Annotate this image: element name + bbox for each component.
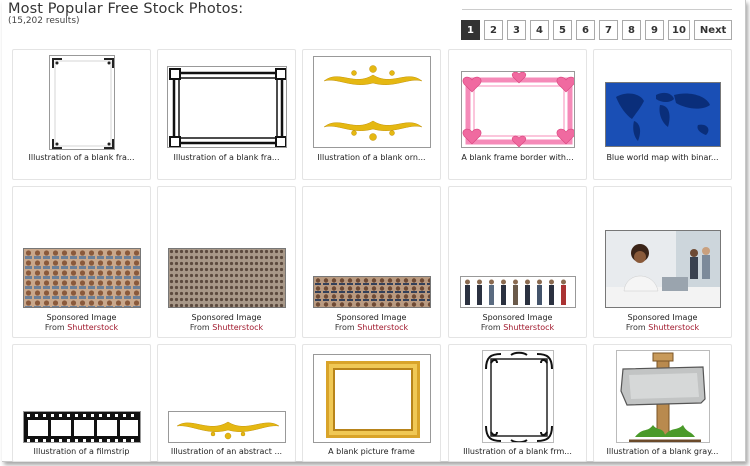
ornament-illustration-thumbnail[interactable] [312,56,431,148]
sponsored-image-thumbnail[interactable] [604,230,721,308]
ornate-frame-thumbnail[interactable] [481,350,554,443]
picture-frame-thumbnail[interactable] [312,354,431,443]
page-1-button[interactable]: 1 [461,20,480,40]
page-title: Most Popular Free Stock Photos: [8,1,244,17]
page-5-button[interactable]: 5 [553,20,572,40]
from-label: From [480,323,501,332]
photo-card[interactable]: Illustration of a blank gray... [593,344,732,462]
from-label: From [189,323,210,332]
photo-caption[interactable]: A blank picture frame [303,447,440,456]
source-line: From Shutterstock [594,323,731,333]
shutterstock-link[interactable]: Shutterstock [212,323,263,332]
frame-illustration-thumbnail[interactable] [166,66,287,148]
next-page-button[interactable]: Next [693,20,733,40]
page-3-button[interactable]: 3 [507,20,526,40]
photo-caption[interactable]: Illustration of an abstract ... [158,447,295,456]
result-count: (15,202 results) [8,16,80,26]
photo-caption[interactable]: Illustration of a blank fra... [158,153,295,162]
page-6-button[interactable]: 6 [576,20,595,40]
from-label: From [44,323,65,332]
photo-card[interactable]: A blank frame border with... [448,49,587,180]
page-9-button[interactable]: 9 [645,20,664,40]
sponsored-card[interactable]: Sponsored Image From Shutterstock [593,186,732,338]
shutterstock-link[interactable]: Shutterstock [503,323,554,332]
sponsored-label: Sponsored Image [191,313,262,322]
sponsored-image-thumbnail[interactable] [167,248,286,308]
ornament-illustration-thumbnail[interactable] [167,411,286,443]
shutterstock-link[interactable]: Shutterstock [648,323,699,332]
photo-card[interactable]: Illustration of a blank orn... [302,49,441,180]
page-4-button[interactable]: 4 [530,20,549,40]
shutterstock-link[interactable]: Shutterstock [67,323,118,332]
page-2-button[interactable]: 2 [484,20,503,40]
sponsored-card[interactable]: Sponsored Image From Shutterstock [12,186,151,338]
source-line: From Shutterstock [158,323,295,333]
sponsored-image-thumbnail[interactable] [312,276,431,308]
frame-illustration-thumbnail[interactable] [48,55,115,150]
source-line: From Shutterstock [303,323,440,333]
world-map-thumbnail[interactable] [604,82,721,147]
sponsored-label: Sponsored Image [336,313,407,322]
sponsored-image-thumbnail[interactable] [22,248,141,308]
photo-caption[interactable]: Illustration of a blank orn... [303,153,440,162]
sponsored-label: Sponsored Image [482,313,553,322]
filmstrip-thumbnail[interactable] [22,411,141,443]
source-line: From Shutterstock [449,323,586,333]
source-line: From Shutterstock [13,323,150,333]
sign-illustration-thumbnail[interactable] [615,350,710,443]
photo-card[interactable]: Blue world map with binar... [593,49,732,180]
photo-card[interactable]: Illustration of a blank frm... [448,344,587,462]
divider [462,9,732,10]
photo-caption[interactable]: Illustration of a filmstrip [13,447,150,456]
photo-card[interactable]: Illustration of a filmstrip [12,344,151,462]
shutterstock-link[interactable]: Shutterstock [357,323,408,332]
from-label: From [625,323,646,332]
pagination: 1 2 3 4 5 6 7 8 9 10 Next [461,20,733,40]
photo-card[interactable]: Illustration of a blank fra... [157,49,296,180]
from-label: From [334,323,355,332]
photo-caption[interactable]: Illustration of a blank fra... [13,153,150,162]
page-7-button[interactable]: 7 [599,20,618,40]
photo-card[interactable]: Illustration of an abstract ... [157,344,296,462]
page-10-button[interactable]: 10 [668,20,690,40]
photo-caption[interactable]: Illustration of a blank gray... [594,447,731,456]
sponsored-label: Sponsored Image [46,313,117,322]
sponsored-label: Sponsored Image [627,313,698,322]
photo-caption[interactable]: Illustration of a blank frm... [449,447,586,456]
sponsored-image-thumbnail[interactable] [459,276,576,308]
photo-caption[interactable]: A blank frame border with... [449,153,586,162]
sponsored-card[interactable]: Sponsored Image From Shutterstock [157,186,296,338]
photo-caption[interactable]: Blue world map with binar... [594,153,731,162]
page-8-button[interactable]: 8 [622,20,641,40]
heart-frame-thumbnail[interactable] [460,71,575,148]
sponsored-card[interactable]: Sponsored Image From Shutterstock [302,186,441,338]
photo-card[interactable]: A blank picture frame [302,344,441,462]
sponsored-card[interactable]: Sponsored Image From Shutterstock [448,186,587,338]
photo-card[interactable]: Illustration of a blank fra... [12,49,151,180]
